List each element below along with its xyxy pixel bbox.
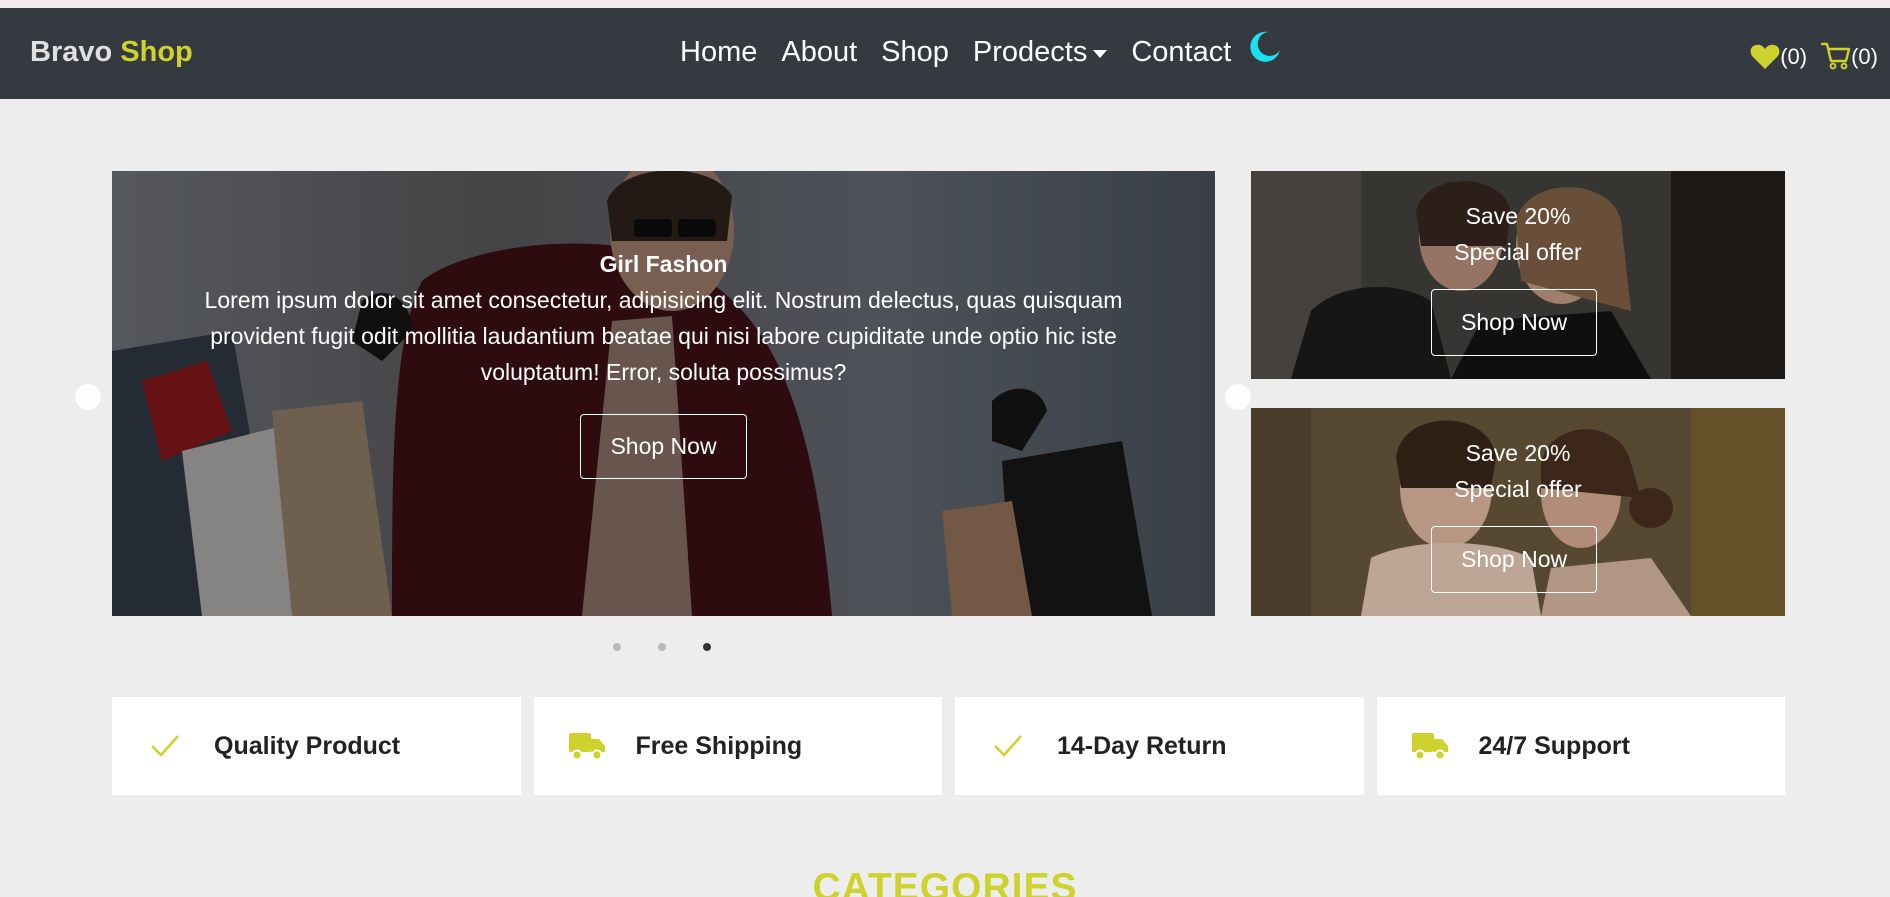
categories-heading: CATEGORIES [812, 866, 1078, 897]
carousel-indicators [613, 643, 711, 651]
top-border [0, 0, 1890, 8]
cart-link[interactable]: (0) [1821, 42, 1878, 70]
chevron-right-icon [1235, 391, 1243, 403]
chevron-left-icon [83, 391, 91, 403]
truck-icon [1411, 731, 1449, 761]
brand-accent: Shop [120, 36, 193, 68]
navbar: Bravo Shop Home About Shop Prodects Cont… [0, 8, 1890, 99]
nav-link-about[interactable]: About [781, 36, 857, 69]
hero-caption: Girl Fashon Lorem ipsum dolor sit amet c… [112, 251, 1215, 479]
promo-discount-2: Save 20% [1465, 440, 1571, 466]
brand-name: Bravo [30, 36, 113, 68]
feature-label: 14-Day Return [1057, 731, 1227, 760]
check-icon [146, 731, 184, 761]
carousel-prev-button[interactable] [75, 384, 101, 410]
nav-link-home[interactable]: Home [680, 36, 757, 69]
feature-support: 24/7 Support [1376, 697, 1785, 795]
feature-quality: Quality Product [112, 697, 521, 795]
carousel-indicator-1[interactable] [613, 643, 621, 651]
hero-text: Lorem ipsum dolor sit amet consectetur, … [204, 287, 1123, 385]
feature-label: Free Shipping [635, 731, 803, 760]
promo-subtitle-1: Special offer [1454, 239, 1582, 265]
promo-1-shop-now-button[interactable]: Shop Now [1431, 289, 1598, 356]
wishlist-link[interactable]: (0) [1750, 43, 1807, 70]
wishlist-count: (0) [1780, 43, 1808, 69]
promo-subtitle-2: Special offer [1454, 476, 1582, 502]
feature-return: 14-Day Return [955, 697, 1364, 795]
cart-icon [1821, 42, 1851, 70]
nav-links: Home About Shop Prodects Contact [680, 36, 1231, 69]
promo-text-2: Save 20% Special offer [1251, 435, 1785, 507]
hero-carousel: Girl Fashon Lorem ipsum dolor sit amet c… [112, 171, 1215, 616]
carousel-indicator-2[interactable] [658, 643, 666, 651]
feature-label: Quality Product [214, 731, 401, 760]
hero-title: Girl Fashon [599, 251, 728, 277]
cart-count: (0) [1851, 44, 1878, 69]
carousel-next-button[interactable] [1225, 384, 1251, 410]
caret-down-icon [1093, 49, 1108, 58]
promo-text-1: Save 20% Special offer [1251, 198, 1785, 270]
feature-label: 24/7 Support [1478, 731, 1630, 760]
feature-shipping: Free Shipping [533, 697, 942, 795]
promo-card-2: Save 20% Special offer Shop Now [1251, 408, 1785, 616]
nav-dropdown-products[interactable]: Prodects [972, 36, 1108, 69]
nav-link-shop[interactable]: Shop [881, 36, 949, 69]
check-icon [989, 731, 1027, 761]
promo-2-shop-now-button[interactable]: Shop Now [1431, 526, 1598, 593]
promo-card-1: Save 20% Special offer Shop Now [1251, 171, 1785, 379]
truck-icon [568, 731, 606, 761]
promo-discount-1: Save 20% [1465, 203, 1571, 229]
heart-icon [1750, 44, 1780, 69]
nav-dropdown-label: Prodects [972, 36, 1088, 68]
carousel-indicator-3[interactable] [703, 643, 711, 651]
brand-logo[interactable]: Bravo Shop [30, 36, 193, 69]
nav-link-contact[interactable]: Contact [1131, 36, 1231, 69]
moon-icon[interactable] [1248, 30, 1282, 64]
features-row: Quality Product Free Shipping 14-Day Ret… [112, 697, 1785, 795]
hero-shop-now-button[interactable]: Shop Now [580, 414, 747, 479]
nav-icons: (0) (0) [1750, 42, 1878, 70]
